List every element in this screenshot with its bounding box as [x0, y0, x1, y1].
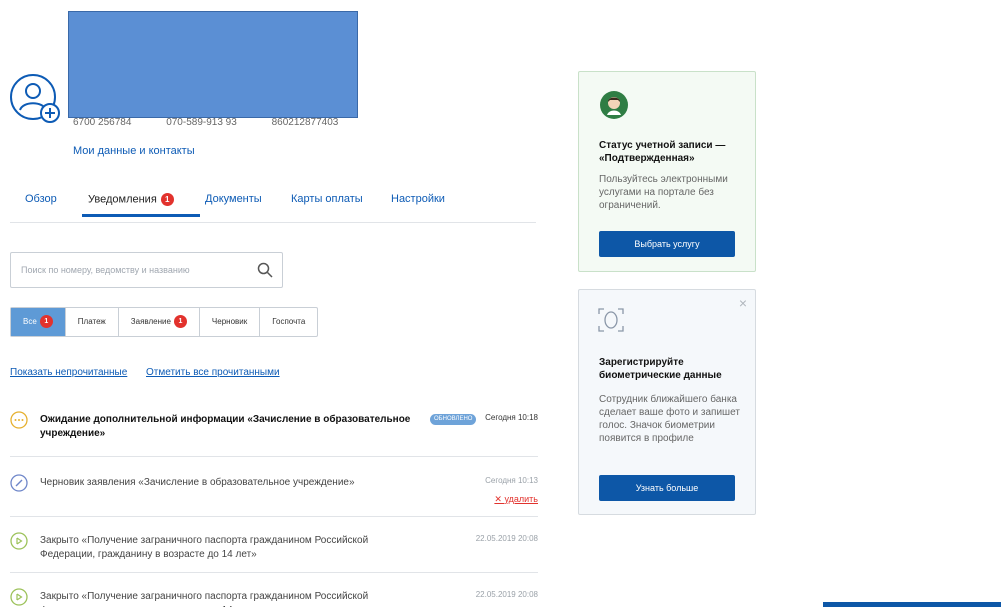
- tab-settings[interactable]: Настройки: [391, 193, 445, 205]
- passport-number: 6700 256784: [73, 117, 132, 128]
- filter-all-label: Все: [23, 317, 37, 326]
- mark-all-read-link[interactable]: Отметить все прочитанными: [146, 367, 280, 378]
- notification-filters: Все 1 Платеж Заявление 1 Черновик Госпочта: [10, 307, 319, 337]
- biometrics-text: Сотрудник ближайшего банка сделает ваше …: [599, 394, 740, 444]
- close-icon[interactable]: ×: [739, 295, 747, 311]
- choose-service-button[interactable]: Выбрать услугу: [599, 231, 735, 257]
- notification-title: Закрыто «Получение заграничного паспорта…: [40, 535, 369, 560]
- filter-application-badge: 1: [173, 315, 187, 329]
- notification-time: 22.05.2019 20:08: [475, 534, 538, 543]
- filter-gospochta-label: Госпочта: [272, 317, 306, 326]
- bottom-panel-edge: [823, 602, 1001, 607]
- notification-time: Сегодня 10:13: [485, 476, 538, 485]
- redacted-name-block: [68, 11, 358, 118]
- tab-settings-label: Настройки: [391, 193, 445, 205]
- tab-notifications-badge: 1: [160, 193, 174, 206]
- filter-draft-label: Черновик: [211, 317, 248, 326]
- notification-title: Черновик заявления «Зачисление в образов…: [40, 477, 355, 488]
- closed-status-icon: [10, 588, 28, 606]
- filter-gospochta[interactable]: Госпочта: [260, 308, 317, 336]
- filter-all[interactable]: Все 1: [11, 308, 66, 336]
- delete-label: удалить: [504, 494, 538, 504]
- biometrics-card: × Зарегистрируйте биометрические данные …: [578, 289, 756, 515]
- notification-title: Закрыто «Получение заграничного паспорта…: [40, 591, 369, 607]
- list-item[interactable]: Ожидание дополнительной информации «Зачи…: [10, 411, 538, 457]
- delete-draft-link[interactable]: ✕ удалить: [494, 494, 538, 505]
- search-input[interactable]: Поиск по номеру, ведомству и названию: [10, 252, 283, 288]
- notification-time: 22.05.2019 20:08: [475, 590, 538, 599]
- tab-documents-label: Документы: [205, 193, 262, 205]
- tab-payment-cards[interactable]: Карты оплаты: [291, 193, 363, 205]
- tab-overview[interactable]: Обзор: [25, 193, 57, 205]
- tab-overview-label: Обзор: [25, 193, 57, 205]
- tab-payment-cards-label: Карты оплаты: [291, 193, 363, 205]
- notification-time: Сегодня 10:18: [485, 413, 538, 422]
- filter-draft[interactable]: Черновик: [200, 308, 261, 336]
- list-item[interactable]: Черновик заявления «Зачисление в образов…: [10, 474, 538, 517]
- tab-documents[interactable]: Документы: [205, 193, 262, 205]
- draft-pencil-icon: [10, 474, 28, 492]
- close-icon: ✕: [494, 494, 505, 504]
- search-icon[interactable]: [256, 261, 274, 279]
- avatar-add-photo-icon[interactable]: [9, 73, 61, 125]
- updated-badge: ОБНОВЛЕНО: [430, 414, 477, 425]
- show-unread-link[interactable]: Показать непрочитанные: [10, 367, 127, 378]
- inn-number: 860212877403: [271, 117, 339, 128]
- list-item[interactable]: Закрыто «Получение заграничного паспорта…: [10, 532, 538, 573]
- filter-application[interactable]: Заявление 1: [119, 308, 200, 336]
- filter-application-label: Заявление: [130, 317, 171, 326]
- snils-number: 070-589-913 93: [166, 117, 237, 128]
- pending-dots-icon: [10, 411, 28, 429]
- account-status-text: Пользуйтесь электронными услугами на пор…: [599, 174, 728, 211]
- list-item[interactable]: Закрыто «Получение заграничного паспорта…: [10, 588, 538, 607]
- learn-more-button[interactable]: Узнать больше: [599, 475, 735, 501]
- profile-ids: 6700 256784 070-589-913 93 860212877403: [73, 117, 370, 128]
- filter-payment-label: Платеж: [77, 317, 106, 326]
- my-data-link[interactable]: Мои данные и контакты: [73, 145, 195, 157]
- user-avatar-icon: [599, 90, 629, 120]
- notification-title: Ожидание дополнительной информации «Зачи…: [40, 414, 411, 439]
- filter-payment[interactable]: Платеж: [66, 308, 119, 336]
- account-status-title: Статус учетной записи — «Подтвержденная»: [599, 140, 726, 164]
- closed-status-icon: [10, 532, 28, 550]
- biometrics-title: Зарегистрируйте биометрические данные: [599, 357, 722, 381]
- tab-notifications[interactable]: Уведомления 1: [88, 193, 174, 206]
- profile-tabs: Обзор Уведомления 1 Документы Карты оплат…: [10, 183, 536, 223]
- face-scan-icon: [597, 306, 625, 334]
- tab-notifications-label: Уведомления: [88, 193, 157, 206]
- filter-all-badge: 1: [39, 315, 53, 329]
- active-tab-indicator: [82, 214, 200, 217]
- account-status-card: Статус учетной записи — «Подтвержденная»…: [578, 71, 756, 272]
- search-placeholder: Поиск по номеру, ведомству и названию: [21, 265, 190, 275]
